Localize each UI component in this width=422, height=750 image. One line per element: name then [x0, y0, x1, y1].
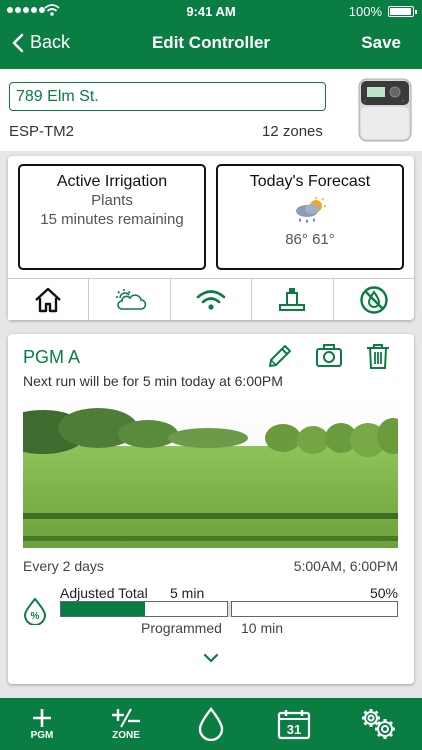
- tab-home[interactable]: [8, 279, 89, 320]
- tab-water-off[interactable]: [332, 279, 414, 320]
- gear-icon: [362, 709, 395, 739]
- settings-button[interactable]: [358, 698, 398, 750]
- controller-info: ESP-TM2 12 zones: [0, 69, 422, 151]
- adjust-percent: 50%: [369, 585, 398, 601]
- frequency-text: Every 2 days: [23, 558, 104, 574]
- rain-cloud-sun-icon: [296, 197, 326, 223]
- app-header: 9:41 AM 100% Back Edit Controller Save: [0, 0, 422, 69]
- calendar-icon: 31: [277, 710, 311, 740]
- back-label: Back: [30, 32, 71, 52]
- plus-icon: [33, 709, 51, 727]
- controller-tabs: [8, 278, 414, 320]
- water-button[interactable]: [191, 698, 231, 750]
- program-name: PGM A: [23, 347, 81, 367]
- time-remaining: 15 minutes remaining: [40, 211, 184, 228]
- controller-device-image[interactable]: [355, 75, 415, 145]
- battery-icon: [388, 6, 417, 17]
- zone-count: 12 zones: [262, 123, 323, 140]
- trash-icon[interactable]: [365, 342, 391, 370]
- edit-icon[interactable]: [266, 342, 294, 370]
- forecast-box[interactable]: Today's Forecast 86° 61°: [216, 164, 404, 270]
- slider-handle[interactable]: [227, 601, 232, 617]
- add-program-button[interactable]: PGM: [22, 698, 62, 750]
- forecast-title: Today's Forecast: [249, 173, 371, 190]
- active-irrigation-box[interactable]: Active Irrigation Plants 15 minutes rema…: [18, 164, 206, 270]
- bottom-toolbar: PGM ZONE 31: [0, 698, 422, 750]
- chevron-down-icon[interactable]: [203, 652, 219, 664]
- tab-wifi[interactable]: [169, 279, 251, 320]
- battery-percent: 100%: [348, 4, 382, 19]
- home-icon: [35, 287, 62, 312]
- next-run-text: Next run will be for 5 min today at 6:00…: [23, 373, 283, 389]
- active-program: Plants: [91, 192, 133, 209]
- plus-minus-icon: [112, 708, 140, 728]
- pgm-label: PGM: [30, 730, 54, 741]
- tab-weather[interactable]: [88, 279, 169, 320]
- back-button[interactable]: Back: [12, 32, 70, 53]
- adjusted-fill: [61, 602, 145, 616]
- adjusted-value: 5 min: [170, 585, 205, 601]
- program-photo: [23, 398, 398, 548]
- zone-label: ZONE: [112, 730, 140, 741]
- adjusted-label: Adjusted Total: [60, 585, 148, 601]
- add-remove-zone-button[interactable]: ZONE: [106, 698, 146, 750]
- water-drop-icon: [198, 707, 224, 741]
- svg-text:%: %: [31, 611, 40, 622]
- forecast-temps: 86° 61°: [285, 231, 335, 248]
- seasonal-adjust-slider[interactable]: [60, 601, 398, 617]
- programmed-value: 10 min: [241, 620, 284, 636]
- status-bar: 9:41 AM 100%: [0, 0, 422, 22]
- tab-sprinkler[interactable]: [251, 279, 332, 320]
- status-card: Active Irrigation Plants 15 minutes rema…: [8, 156, 414, 320]
- wifi-icon: [196, 289, 226, 310]
- active-irrigation-title: Active Irrigation: [56, 173, 168, 190]
- water-percent-icon: %: [23, 597, 47, 625]
- water-off-icon: [360, 285, 388, 314]
- cloud-sun-icon: [115, 288, 146, 310]
- calendar-button[interactable]: 31: [274, 698, 314, 750]
- address-input[interactable]: [9, 82, 326, 111]
- chevron-left-icon: [12, 33, 24, 52]
- programmed-label: Programmed: [141, 620, 222, 636]
- controller-model: ESP-TM2: [9, 123, 75, 140]
- camera-icon[interactable]: [315, 342, 343, 370]
- program-card: PGM A Next run will be for 5 min today a…: [8, 334, 414, 684]
- save-button[interactable]: Save: [361, 33, 401, 53]
- sprinkler-icon: [279, 287, 306, 311]
- start-times: 5:00AM, 6:00PM: [293, 558, 398, 574]
- calendar-day: 31: [287, 722, 301, 737]
